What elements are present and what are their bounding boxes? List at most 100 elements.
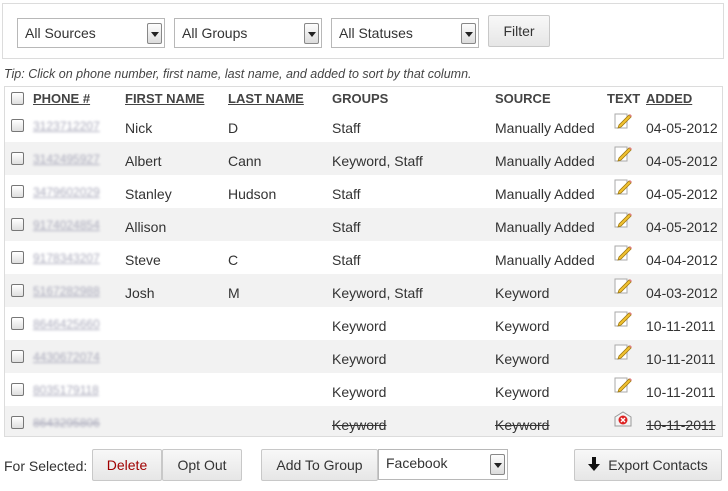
delete-button[interactable]: Delete [92,449,162,481]
row-checkbox[interactable] [11,317,24,330]
groups-value: Keyword [332,417,387,433]
send-text-pencil-icon[interactable] [614,111,632,129]
chevron-down-icon[interactable] [461,23,476,44]
table-row: 9174024854 Allison Staff Manually Added 04-0… [5,208,722,241]
phone-link[interactable]: 5167282988 [33,284,100,298]
groups-value: Keyword [332,384,387,400]
source-value: Keyword [495,318,550,334]
last-name: Hudson [228,186,277,202]
table-row: 8643295806 Keyword Keyword 10-11-2011 [5,406,722,436]
row-checkbox[interactable] [11,284,24,297]
first-name: Stanley [125,186,172,202]
first-name: Josh [125,285,155,301]
header-first-name[interactable]: FIRST NAME [125,91,204,106]
added-date: 10-11-2011 [646,384,716,400]
row-checkbox[interactable] [11,119,24,132]
filter-button[interactable]: Filter [488,15,550,47]
added-date: 04-05-2012 [646,219,718,235]
send-text-pencil-icon[interactable] [614,177,632,195]
phone-link[interactable]: 3123712207 [33,119,100,133]
added-date: 04-04-2012 [646,252,718,268]
table-row: 8646425660 Keyword Keyword 10-11-2011 [5,307,722,340]
groups-value: Staff [332,252,361,268]
for-selected-label: For Selected: [4,458,88,474]
source-value: Keyword [495,351,550,367]
row-checkbox[interactable] [11,416,24,429]
send-text-pencil-icon[interactable] [614,144,632,162]
opted-out-icon [614,410,632,428]
groups-value: Keyword [332,351,387,367]
row-checkbox[interactable] [11,218,24,231]
table-row: 3123712207 Nick D Staff Manually Added 04-05-… [5,109,722,142]
header-added[interactable]: ADDED [646,91,692,106]
send-text-pencil-icon[interactable] [614,309,632,327]
phone-link[interactable]: 8035179118 [33,383,99,397]
add-to-group-button[interactable]: Add To Group [261,449,378,481]
group-select-value: Facebook [386,455,448,471]
select-all-checkbox[interactable] [11,92,24,105]
source-value: Manually Added [495,153,595,169]
send-text-pencil-icon[interactable] [614,243,632,261]
table-header: PHONE # FIRST NAME LAST NAME GROUPS SOUR… [5,87,722,109]
row-checkbox[interactable] [11,185,24,198]
send-text-pencil-icon[interactable] [614,276,632,294]
table-row: 5167282988 Josh M Keyword, Staff Keyword 04-0… [5,274,722,307]
chevron-down-icon[interactable] [304,23,319,44]
source-value: Manually Added [495,252,595,268]
last-name: C [228,252,239,268]
opt-out-button[interactable]: Opt Out [162,449,242,481]
group-select[interactable]: Facebook [378,449,508,480]
first-name: Nick [125,120,153,136]
header-text: TEXT [607,91,641,106]
row-checkbox[interactable] [11,350,24,363]
source-value: Manually Added [495,186,595,202]
added-date: 04-05-2012 [646,186,718,202]
groups-value: Keyword, Staff [332,285,423,301]
row-checkbox[interactable] [11,152,24,165]
header-phone[interactable]: PHONE # [33,91,90,106]
last-name: Cann [228,153,262,169]
phone-link[interactable]: 3479602029 [33,185,100,199]
sources-select[interactable]: All Sources [17,18,165,48]
phone-link[interactable]: 8646425660 [33,317,100,331]
header-groups: GROUPS [332,91,389,106]
sources-select-value: All Sources [25,25,96,41]
groups-value: Keyword [332,318,387,334]
groups-select[interactable]: All Groups [174,18,322,48]
chevron-down-icon[interactable] [490,454,505,475]
send-text-pencil-icon[interactable] [614,210,632,228]
groups-value: Staff [332,120,361,136]
row-checkbox[interactable] [11,251,24,264]
added-date: 10-11-2011 [646,351,716,367]
header-last-name[interactable]: LAST NAME [228,91,304,106]
row-checkbox[interactable] [11,383,24,396]
table-row: 8035179118 Keyword Keyword 10-11-2011 [5,373,722,406]
table-row: 3479602029 Stanley Hudson Staff Manually Add… [5,175,722,208]
table-row: 9178343207 Steve C Staff Manually Added 04-04… [5,241,722,274]
export-contacts-button[interactable]: Export Contacts [574,449,722,481]
phone-link[interactable]: 3142495927 [33,152,100,166]
groups-value: Staff [332,186,361,202]
added-date: 04-03-2012 [646,285,718,301]
last-name: D [228,120,239,136]
chevron-down-icon[interactable] [147,23,162,44]
statuses-select[interactable]: All Statuses [331,18,479,48]
source-value: Manually Added [495,120,595,136]
table-row: 3142495927 Albert Cann Keyword, Staff Manual… [5,142,722,175]
added-date: 10-11-2011 [646,318,716,334]
first-name: Albert [125,153,162,169]
header-source: SOURCE [495,91,551,106]
download-arrow-icon [588,451,601,481]
phone-link[interactable]: 9174024854 [33,218,100,232]
phone-link[interactable]: 4430672074 [33,350,100,364]
sort-tip: Tip: Click on phone number, first name, … [4,67,472,81]
send-text-pencil-icon[interactable] [614,375,632,393]
groups-select-value: All Groups [182,25,248,41]
groups-value: Staff [332,219,361,235]
phone-link[interactable]: 9178343207 [33,251,100,265]
source-value: Manually Added [495,219,595,235]
phone-link[interactable]: 8643295806 [33,416,100,430]
send-text-pencil-icon[interactable] [614,342,632,360]
added-date: 10-11-2011 [646,417,716,433]
source-value: Keyword [495,384,550,400]
